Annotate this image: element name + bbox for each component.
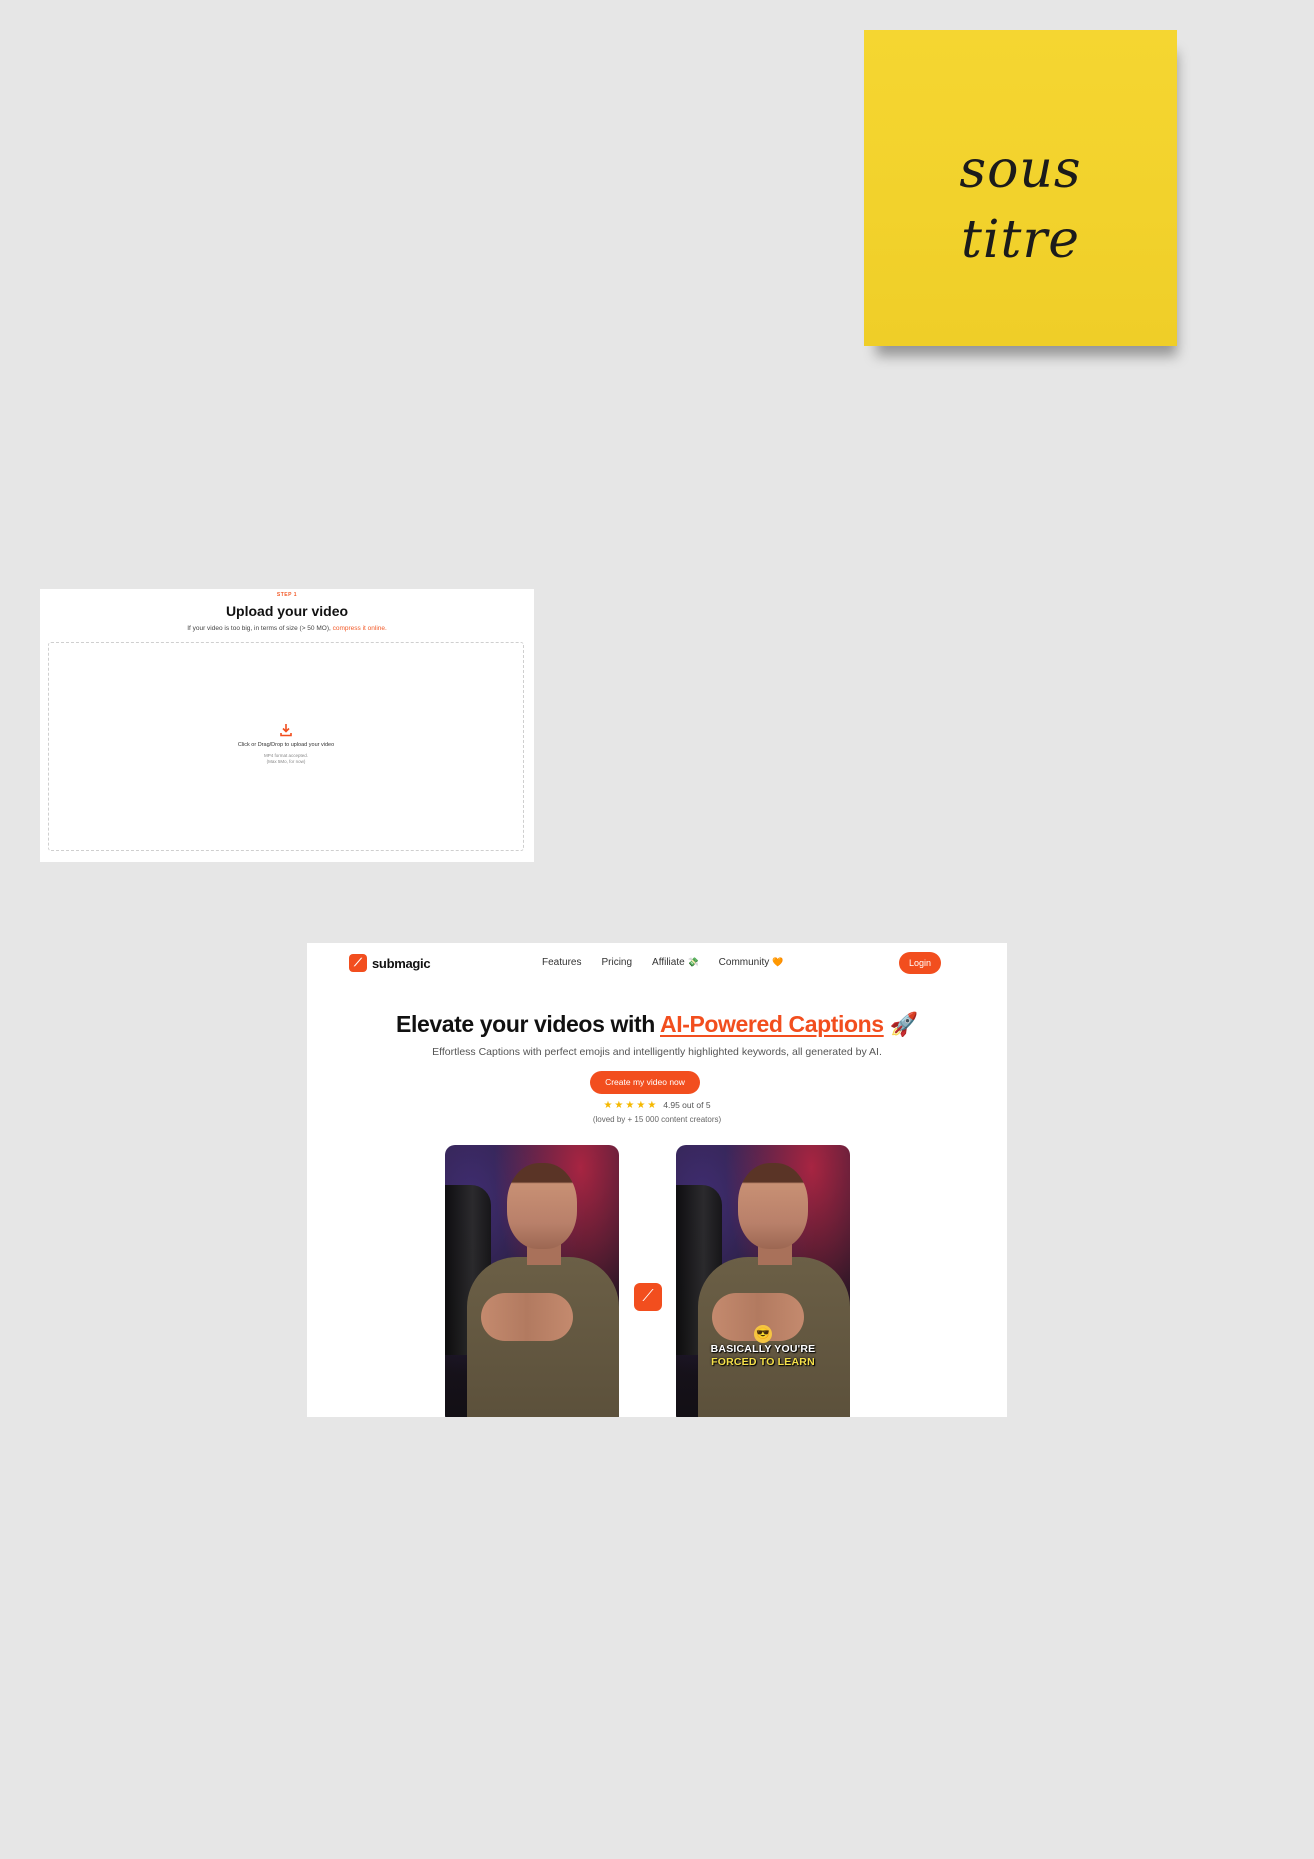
heart-icon: 🧡: [772, 957, 784, 967]
star-rating-icon: ★★★★★: [603, 1100, 659, 1111]
upload-screenshot: STEP 1 Upload your video If your video i…: [40, 589, 534, 862]
money-icon: 💸: [687, 957, 699, 967]
create-video-button[interactable]: Create my video now: [590, 1071, 700, 1094]
sticky-note-line-2: titre: [960, 210, 1081, 270]
hero-title-prefix: Elevate your videos with: [396, 1011, 660, 1037]
dropzone-limit: (Max 5Mo, for now): [266, 759, 306, 764]
rating: ★★★★★ 4.95 out of 5: [307, 1100, 1007, 1111]
nav-community-label: Community: [718, 957, 770, 968]
nav-affiliate[interactable]: Affiliate 💸: [652, 957, 699, 968]
nav-community[interactable]: Community 🧡: [719, 957, 784, 968]
video-after: 😎 BASICALLY YOU'RE FORCED TO LEARN: [676, 1145, 850, 1417]
step-label: STEP 1: [276, 592, 298, 598]
sticky-note-line-1: sous: [959, 140, 1082, 200]
nav-features[interactable]: Features: [542, 957, 581, 968]
dropzone-format: MP4 format accepted.: [263, 753, 309, 758]
upload-title: Upload your video: [225, 603, 349, 619]
caption-line-1: BASICALLY YOU'RE: [710, 1343, 816, 1355]
caption-emoji-icon: 😎: [754, 1325, 772, 1343]
logo-icon: ⟋: [349, 954, 367, 972]
transform-icon: ⟋: [634, 1283, 662, 1311]
nav-links: Features Pricing Affiliate 💸 Community 🧡: [542, 957, 783, 968]
person-hands: [481, 1293, 573, 1341]
rating-text: 4.95 out of 5: [663, 1100, 711, 1110]
upload-hint: If your video is too big, in terms of si…: [40, 625, 534, 632]
compress-link[interactable]: compress it online.: [333, 625, 387, 632]
upload-hint-text: If your video is too big, in terms of si…: [187, 625, 331, 632]
loved-by-text: (loved by + 15 000 content creators): [592, 1115, 722, 1124]
brand-name: submagic: [372, 955, 431, 971]
hero-title: Elevate your videos with AI-Powered Capt…: [307, 1011, 1007, 1038]
upload-dropzone[interactable]: Click or Drag/Drop to upload your video …: [48, 642, 524, 851]
caption-line-2: FORCED TO LEARN: [711, 1356, 815, 1368]
brand-logo[interactable]: ⟋ submagic: [349, 954, 431, 972]
sticky-note: sous titre: [864, 30, 1177, 346]
hero-title-accent: AI-Powered Captions: [660, 1011, 884, 1037]
nav-affiliate-label: Affiliate: [652, 957, 685, 968]
hero-subtitle: Effortless Captions with perfect emojis …: [432, 1046, 882, 1058]
dropzone-label: Click or Drag/Drop to upload your video: [237, 742, 335, 748]
download-icon: [279, 723, 293, 737]
nav-pricing[interactable]: Pricing: [601, 957, 632, 968]
person-head: [738, 1163, 808, 1249]
login-button[interactable]: Login: [899, 952, 941, 974]
person-head: [507, 1163, 577, 1249]
website-screenshot: ⟋ submagic Features Pricing Affiliate 💸 …: [307, 943, 1007, 1417]
video-before: [445, 1145, 619, 1417]
rocket-icon: 🚀: [889, 1011, 919, 1037]
